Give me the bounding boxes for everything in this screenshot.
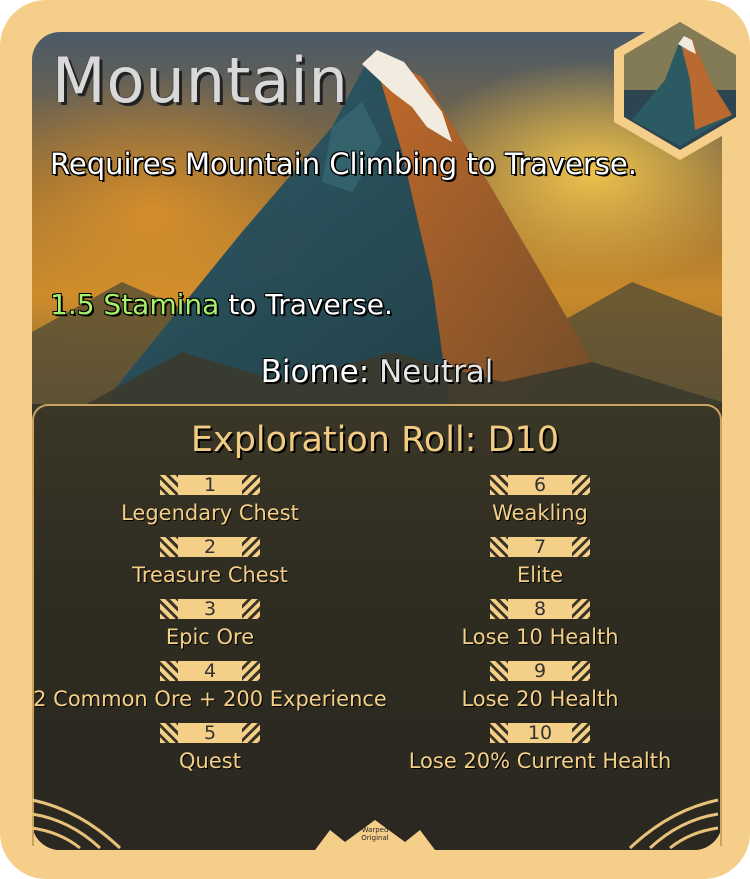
traverse-requirement: Requires Mountain Climbing to Traverse.: [50, 147, 637, 181]
stamina-value: 1.5 Stamina: [50, 288, 220, 321]
logo-line-2: Original: [361, 834, 389, 842]
roll-number: 4: [203, 660, 217, 682]
roll-outcome: Lose 20% Current Health: [408, 749, 672, 773]
roll-number-badge: 10: [490, 722, 590, 744]
roll-outcome: Epic Ore: [165, 625, 255, 649]
biome-line: Biome: Neutral: [32, 354, 722, 390]
roll-entry: 8 Lose 10 Health: [360, 598, 720, 649]
roll-outcome: Quest: [179, 749, 241, 773]
exploration-roll-title: Exploration Roll: D10: [190, 420, 560, 460]
roll-entry: 4 2 Common Ore + 200 Experience: [30, 660, 390, 711]
roll-number: 6: [533, 474, 547, 496]
roll-number-badge: 7: [490, 536, 590, 558]
roll-outcome: Lose 20 Health: [461, 687, 619, 711]
warped-original-logo: Warped Original: [345, 826, 405, 848]
roll-number: 9: [533, 660, 547, 682]
roll-entry: 9 Lose 20 Health: [360, 660, 720, 711]
roll-entry: 1 Legendary Chest: [30, 474, 390, 525]
tile-card: Mountain Requires Mountain Climbing to T…: [0, 0, 750, 879]
roll-number-badge: 5: [160, 722, 260, 744]
roll-number-badge: 3: [160, 598, 260, 620]
roll-number-badge: 1: [160, 474, 260, 496]
roll-number: 10: [527, 722, 553, 744]
roll-entry: 6 Weakling: [360, 474, 720, 525]
roll-number-badge: 6: [490, 474, 590, 496]
roll-number: 3: [203, 598, 217, 620]
roll-entry: 2 Treasure Chest: [30, 536, 390, 587]
roll-number-badge: 9: [490, 660, 590, 682]
roll-entry: 3 Epic Ore: [30, 598, 390, 649]
roll-entry: 10 Lose 20% Current Health: [360, 722, 720, 773]
mountain-thumbnail-icon: [614, 12, 746, 160]
roll-outcome: Elite: [516, 563, 564, 587]
roll-number: 8: [533, 598, 547, 620]
roll-outcome: Weakling: [492, 501, 588, 525]
roll-number: 1: [203, 474, 217, 496]
roll-outcome: Lose 10 Health: [461, 625, 619, 649]
roll-number-badge: 4: [160, 660, 260, 682]
logo-line-1: Warped: [361, 826, 389, 834]
roll-number: 5: [203, 722, 217, 744]
stamina-cost: 1.5 Stamina to Traverse.: [50, 288, 393, 321]
biome-label: Biome:: [260, 354, 379, 390]
roll-number: 7: [533, 536, 547, 558]
roll-outcome: 2 Common Ore + 200 Experience: [33, 687, 387, 711]
roll-entry: 5 Quest: [30, 722, 390, 773]
roll-entry: 7 Elite: [360, 536, 720, 587]
card-title: Mountain: [52, 44, 349, 117]
roll-number: 2: [203, 536, 217, 558]
stamina-suffix: to Traverse.: [219, 288, 393, 321]
roll-outcome: Treasure Chest: [132, 563, 288, 587]
biome-value: Neutral: [379, 354, 494, 390]
roll-number-badge: 2: [160, 536, 260, 558]
roll-number-badge: 8: [490, 598, 590, 620]
roll-outcome: Legendary Chest: [121, 501, 299, 525]
